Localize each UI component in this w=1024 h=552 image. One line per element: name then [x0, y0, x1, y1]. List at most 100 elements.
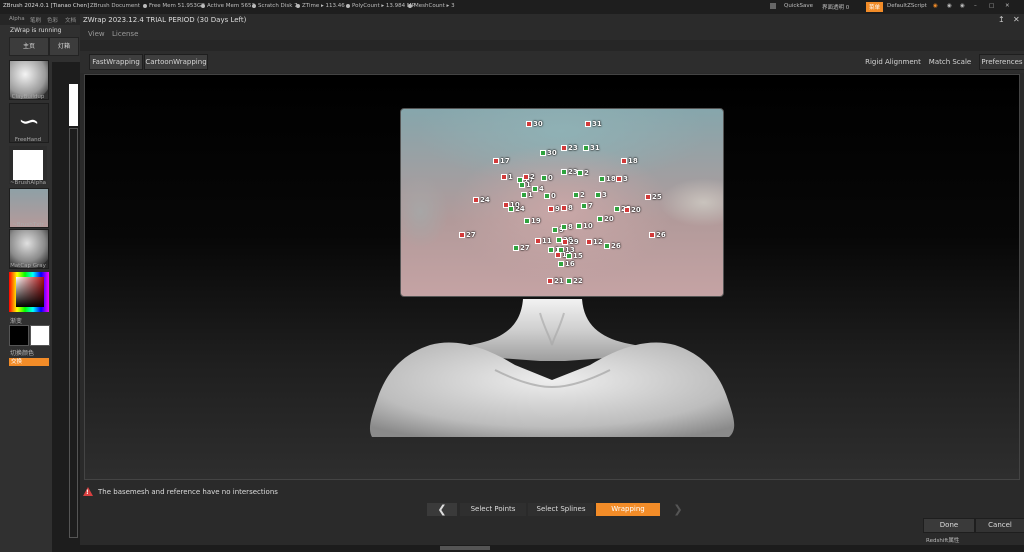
- landmark-marker[interactable]: 1: [521, 191, 533, 199]
- landmark-marker[interactable]: 21: [547, 277, 564, 285]
- spacer: [80, 40, 1024, 51]
- landmark-marker[interactable]: 16: [558, 260, 575, 268]
- landmark-marker[interactable]: 23: [561, 168, 578, 176]
- landmark-marker[interactable]: 7: [581, 202, 593, 210]
- step-wrapping[interactable]: Wrapping: [596, 503, 660, 516]
- document-name: ZBrush Document: [90, 3, 140, 9]
- landmark-marker[interactable]: 30: [526, 120, 543, 128]
- restore-icon[interactable]: ↥: [998, 15, 1005, 24]
- landmark-marker[interactable]: 2: [577, 169, 589, 177]
- landmark-marker[interactable]: 18: [621, 157, 638, 165]
- transparency-control[interactable]: 界面透明 0: [822, 3, 849, 11]
- landmark-marker[interactable]: 31: [583, 144, 600, 152]
- menu-license[interactable]: License: [112, 30, 138, 38]
- landmark-marker[interactable]: 27: [459, 231, 476, 239]
- app-title-bar: ZBrush 2024.0.1 [Tianao Chen] ZBrush Doc…: [0, 0, 1024, 14]
- landmark-marker[interactable]: 26: [649, 231, 666, 239]
- main-color-swatch[interactable]: [9, 325, 29, 346]
- landmark-marker[interactable]: 8: [561, 204, 573, 212]
- landmark-marker[interactable]: 2: [523, 173, 535, 181]
- app-icon: [770, 3, 776, 9]
- landmark-marker[interactable]: 11: [535, 237, 552, 245]
- landmark-marker[interactable]: 27: [513, 244, 530, 252]
- landmark-marker[interactable]: 31: [585, 120, 602, 128]
- material-label: MatCap Gray: [10, 263, 46, 269]
- menu-item-alpha[interactable]: Alpha: [9, 16, 25, 22]
- status-text: ZWrap is running: [10, 27, 62, 34]
- app-title: ZBrush 2024.0.1 [Tianao Chen]: [3, 3, 90, 9]
- landmark-marker[interactable]: 12: [586, 238, 603, 246]
- swap-color-button[interactable]: 交换: [9, 358, 49, 366]
- cartoonwrapping-button[interactable]: CartoonWrapping: [144, 54, 208, 70]
- fastwrapping-button[interactable]: FastWrapping: [89, 54, 143, 70]
- landmark-marker[interactable]: 18: [599, 175, 616, 183]
- landmark-marker[interactable]: 20: [597, 215, 614, 223]
- landmark-marker[interactable]: 10: [576, 222, 593, 230]
- preferences-button[interactable]: Preferences: [979, 54, 1024, 70]
- alpha-label: ~BrushAlpha: [9, 180, 47, 186]
- landmark-marker[interactable]: 23: [561, 144, 578, 152]
- landmark-marker[interactable]: 24: [508, 205, 525, 213]
- landmark-marker[interactable]: 4: [532, 185, 544, 193]
- landmark-marker[interactable]: 9: [548, 205, 560, 213]
- script-name: DefaultZScript: [887, 3, 927, 9]
- landmark-marker[interactable]: 15: [566, 252, 583, 260]
- done-button[interactable]: Done: [923, 518, 975, 533]
- scratch-disk-readout: Scratch Disk 7: [252, 3, 298, 9]
- landmark-marker[interactable]: 0: [541, 174, 553, 182]
- minimize-icon[interactable]: –: [974, 3, 977, 9]
- landmark-marker[interactable]: 26: [604, 242, 621, 250]
- canvas-frame: [69, 128, 78, 538]
- menus-button[interactable]: 菜单: [866, 2, 884, 12]
- match-scale-button[interactable]: Match Scale: [923, 54, 977, 70]
- zbrush-menu-bar: Alpha 笔刷 色彩 文档: [0, 14, 80, 25]
- menu-item-color[interactable]: 色彩: [47, 16, 58, 24]
- landmark-marker[interactable]: 25: [645, 193, 662, 201]
- landmark-marker[interactable]: 2: [573, 191, 585, 199]
- secondary-color-swatch[interactable]: [30, 325, 50, 346]
- previous-step-button[interactable]: ❮: [427, 503, 457, 516]
- landmark-marker[interactable]: 3: [595, 191, 607, 199]
- color-picker-icon[interactable]: [9, 272, 49, 312]
- maximize-icon[interactable]: □: [989, 3, 994, 9]
- quicksave-button[interactable]: QuickSave: [784, 3, 813, 9]
- help-icon[interactable]: ◉: [947, 3, 952, 9]
- meshcount-readout: MeshCount ▸ 3: [408, 3, 455, 9]
- canvas-preview: [69, 84, 78, 126]
- brush-label: ClayBuildup: [11, 94, 45, 100]
- landmark-marker[interactable]: 22: [566, 277, 583, 285]
- landmark-marker[interactable]: 24: [473, 196, 490, 204]
- zwrap-close-icon[interactable]: ✕: [1013, 15, 1020, 24]
- cancel-button[interactable]: Cancel: [975, 518, 1024, 533]
- brush-alpha-icon[interactable]: [9, 146, 47, 184]
- settings-icon[interactable]: ◉: [960, 3, 965, 9]
- landmark-marker[interactable]: 19: [524, 217, 541, 225]
- zwrap-title: ZWrap 2023.12.4 TRIAL PERIOD (30 Days Le…: [83, 16, 247, 24]
- active-mem-readout: Active Mem 5653: [201, 3, 255, 9]
- reference-face-image[interactable]: 30 31 30 23 31 17 18 1 17 2 0 23 2 18 3 1 4 24 1 0 2 3 25 10 24 9…: [400, 108, 724, 297]
- lightbox-button[interactable]: 灯箱: [49, 37, 79, 56]
- zoom-icon[interactable]: ◉: [933, 3, 938, 9]
- home-button[interactable]: 主页: [9, 37, 49, 56]
- step-select-splines[interactable]: Select Splines: [528, 503, 594, 516]
- gradient-label: 渐变: [10, 318, 23, 325]
- landmark-marker[interactable]: 17: [493, 157, 510, 165]
- warning-icon-mark: !: [86, 489, 89, 496]
- landmark-marker[interactable]: 29: [562, 238, 579, 246]
- next-step-button[interactable]: ❯: [663, 503, 693, 516]
- menu-item-brush[interactable]: 笔刷: [30, 16, 41, 24]
- switch-color-label[interactable]: 切换颜色: [10, 348, 34, 357]
- landmark-marker[interactable]: 8: [561, 223, 573, 231]
- menu-item-document[interactable]: 文档: [65, 16, 76, 24]
- landmark-marker[interactable]: 3: [616, 175, 628, 183]
- rigid-alignment-button[interactable]: Rigid Alignment: [864, 54, 922, 70]
- landmark-marker[interactable]: 0: [544, 192, 556, 200]
- menu-view[interactable]: View: [88, 30, 105, 38]
- landmark-marker[interactable]: 20: [624, 206, 641, 214]
- landmark-marker[interactable]: 1: [501, 173, 513, 181]
- close-icon[interactable]: ✕: [1005, 3, 1010, 9]
- landmark-marker[interactable]: 1: [519, 181, 531, 189]
- landmark-marker[interactable]: 30: [540, 149, 557, 157]
- step-select-points[interactable]: Select Points: [460, 503, 526, 516]
- zwrap-menu-bar: [80, 27, 1024, 40]
